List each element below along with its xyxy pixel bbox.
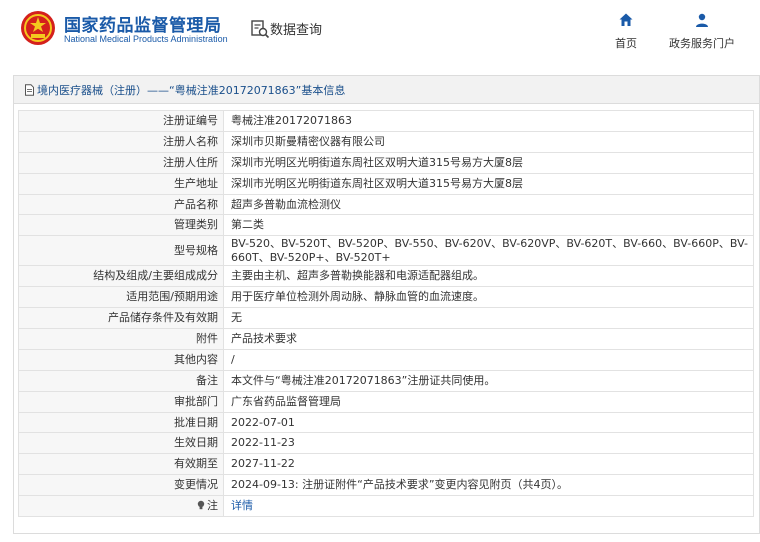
field-label: 产品名称	[18, 193, 224, 216]
field-value: 2027-11-22	[223, 453, 754, 476]
field-value: 2024-09-13: 注册证附件“产品技术要求”变更内容见附页（共4页）。	[223, 474, 754, 497]
table-row: 变更情况 2024-09-13: 注册证附件“产品技术要求”变更内容见附页（共4页…	[18, 474, 754, 497]
national-emblem-icon	[21, 11, 55, 45]
user-icon	[696, 13, 708, 27]
table-row: 备注 本文件与“粤械注准20172071863”注册证共同使用。	[18, 369, 754, 392]
field-label: 注册人住所	[18, 151, 224, 174]
panel-title-bar: 境内医疗器械（注册）——“粤械注准20172071863”基本信息	[14, 76, 759, 104]
field-value: 超声多普勒血流检测仪	[223, 193, 754, 216]
panel-title: 境内医疗器械（注册）——“粤械注准20172071863”基本信息	[37, 83, 346, 97]
table-row: 生效日期 2022-11-23	[18, 432, 754, 455]
table-row: 结构及组成/主要组成成分 主要由主机、超声多普勒换能器和电源适配器组成。	[18, 265, 754, 288]
field-value: 本文件与“粤械注准20172071863”注册证共同使用。	[223, 369, 754, 392]
field-value: 广东省药品监督管理局	[223, 390, 754, 413]
field-value: 深圳市光明区光明街道东周社区双明大道315号易方大厦8层	[223, 151, 754, 174]
field-value: BV-520、BV-520T、BV-520P、BV-550、BV-620V、BV…	[223, 235, 754, 267]
details-link[interactable]: 详情	[231, 499, 253, 512]
field-label: 注册证编号	[18, 110, 224, 132]
field-label: 管理类别	[18, 214, 224, 237]
note-value-cell: 详情	[223, 495, 754, 518]
field-value: 用于医疗单位检测外周动脉、静脉血管的血流速度。	[223, 286, 754, 309]
data-query-label[interactable]: 数据查询	[270, 19, 322, 38]
field-label: 型号规格	[18, 235, 224, 267]
field-value: 第二类	[223, 214, 754, 237]
nav-home[interactable]: 首页	[611, 12, 641, 51]
field-value: 主要由主机、超声多普勒换能器和电源适配器组成。	[223, 265, 754, 288]
field-label: 生效日期	[18, 432, 224, 455]
field-value: 2022-07-01	[223, 411, 754, 434]
table-row: 型号规格 BV-520、BV-520T、BV-520P、BV-550、BV-620…	[18, 235, 754, 267]
org-name-cn: 国家药品监督管理局	[64, 16, 222, 36]
table-row: 审批部门 广东省药品监督管理局	[18, 390, 754, 413]
field-label: 有效期至	[18, 453, 224, 476]
table-row: 产品储存条件及有效期无	[18, 307, 754, 330]
org-name-en: National Medical Products Administration	[64, 34, 228, 44]
field-value: 无	[223, 307, 754, 330]
table-row: 适用范围/预期用途 用于医疗单位检测外周动脉、静脉血管的血流速度。	[18, 286, 754, 309]
nav-service-portal[interactable]: 政务服务门户	[664, 12, 740, 51]
table-row: 注册证编号 粤械注准20172071863	[18, 110, 754, 132]
lightbulb-icon	[197, 500, 205, 510]
field-value: 产品技术要求	[223, 328, 754, 350]
field-label: 注册人名称	[18, 130, 224, 153]
field-label: 变更情况	[18, 474, 224, 497]
data-query-icon[interactable]	[250, 19, 270, 39]
table-row: 附件 产品技术要求	[18, 328, 754, 350]
field-value: 2022-11-23	[223, 432, 754, 455]
note-label-cell: 注	[18, 495, 224, 518]
info-table: 注册证编号 粤械注准20172071863 注册人名称 深圳市贝斯曼精密仪器有限公司注…	[18, 110, 754, 518]
nav-service-label: 政务服务门户	[669, 37, 735, 50]
note-label: 注	[207, 499, 218, 513]
field-label: 结构及组成/主要组成成分	[18, 265, 224, 288]
field-label: 适用范围/预期用途	[18, 286, 224, 309]
field-label: 审批部门	[18, 390, 224, 413]
field-label: 生产地址	[18, 172, 224, 195]
field-value: 深圳市贝斯曼精密仪器有限公司	[223, 130, 754, 153]
field-value: 深圳市光明区光明街道东周社区双明大道315号易方大厦8层	[223, 172, 754, 195]
table-row: 注册人名称 深圳市贝斯曼精密仪器有限公司	[18, 130, 754, 153]
document-icon	[25, 83, 34, 96]
table-row: 有效期至 2027-11-22	[18, 453, 754, 476]
table-row: 管理类别 第二类	[18, 214, 754, 237]
field-label: 批准日期	[18, 411, 224, 434]
home-icon	[619, 13, 633, 26]
table-row: 批准日期 2022-07-01	[18, 411, 754, 434]
field-value: /	[223, 348, 754, 371]
table-row: 注册人住所 深圳市光明区光明街道东周社区双明大道315号易方大厦8层	[18, 151, 754, 174]
field-label: 产品储存条件及有效期	[18, 307, 224, 330]
table-row: 产品名称 超声多普勒血流检测仪	[18, 193, 754, 216]
note-row: 注详情	[18, 495, 754, 518]
nav-home-label: 首页	[615, 37, 637, 50]
field-label: 备注	[18, 369, 224, 392]
field-label: 附件	[18, 328, 224, 350]
field-label: 其他内容	[18, 348, 224, 371]
field-value: 粤械注准20172071863	[223, 110, 754, 132]
table-row: 生产地址 深圳市光明区光明街道东周社区双明大道315号易方大厦8层	[18, 172, 754, 195]
basic-info-panel: 境内医疗器械（注册）——“粤械注准20172071863”基本信息 注册证编号粤…	[13, 75, 760, 534]
site-header: 国家药品监督管理局 National Medical Products Admi…	[0, 0, 760, 66]
table-row: 其他内容 /	[18, 348, 754, 371]
